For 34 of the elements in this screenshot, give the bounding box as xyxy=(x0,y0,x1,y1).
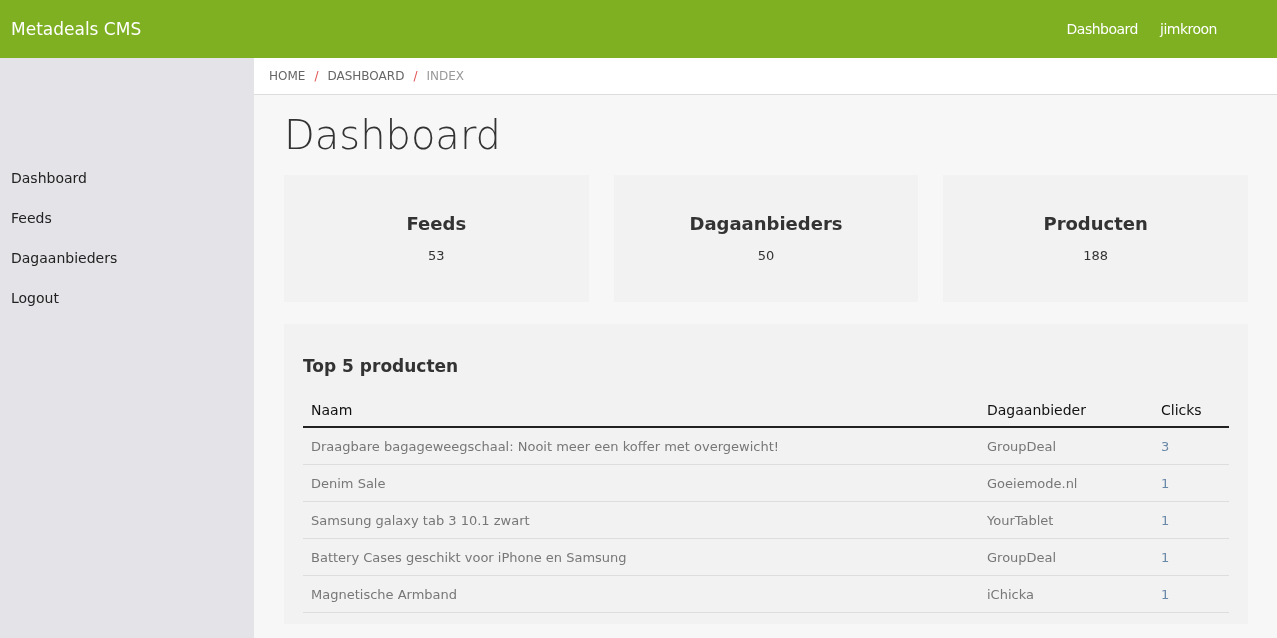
table-cell: 1 xyxy=(1153,538,1229,576)
table-cell: Battery Cases geschikt voor iPhone en Samsung xyxy=(303,538,979,576)
column-header: Clicks xyxy=(1153,394,1229,427)
table-cell: YourTablet xyxy=(979,501,1153,539)
table-cell: Draagbare bagageweegschaal: Nooit meer een koffer met overgewicht! xyxy=(303,427,979,465)
sidebar-item[interactable]: Logout xyxy=(0,288,254,328)
table-cell: Samsung galaxy tab 3 10.1 zwart xyxy=(303,501,979,539)
stat-title: Dagaanbieders xyxy=(689,213,843,234)
breadcrumb-link[interactable]: HOME xyxy=(269,69,306,83)
table-cell: 3 xyxy=(1153,427,1229,465)
breadcrumb-separator: / xyxy=(314,69,319,83)
sidebar-item[interactable]: Dagaanbieders xyxy=(0,248,254,288)
sidebar-item[interactable]: Dashboard xyxy=(0,168,254,208)
stat-value: 53 xyxy=(428,248,445,263)
stat-title: Feeds xyxy=(406,213,467,234)
table-title: Top 5 producten xyxy=(303,356,460,376)
stat-value: 188 xyxy=(1083,248,1109,263)
breadcrumb-link[interactable]: DASHBOARD xyxy=(327,69,405,83)
table-cell: GroupDeal xyxy=(979,538,1153,576)
stat-title: Producten xyxy=(1043,213,1148,234)
table-cell: 1 xyxy=(1153,464,1229,502)
table-cell: Denim Sale xyxy=(303,464,979,502)
table-cell: Goeiemode.nl xyxy=(979,464,1153,502)
table-cell: 1 xyxy=(1153,575,1229,613)
page-title: Dashboard xyxy=(284,111,502,159)
stat-value: 50 xyxy=(757,248,775,263)
breadcrumb-separator: / xyxy=(413,69,418,83)
table-cell: iChicka xyxy=(979,575,1153,613)
table-cell: Magnetische Armband xyxy=(303,575,979,613)
table-cell: 1 xyxy=(1153,501,1229,539)
sidebar-item[interactable]: Feeds xyxy=(0,208,254,248)
column-header: Naam xyxy=(303,394,979,427)
table-cell: GroupDeal xyxy=(979,427,1153,465)
column-header: Dagaanbieder xyxy=(979,394,1153,427)
